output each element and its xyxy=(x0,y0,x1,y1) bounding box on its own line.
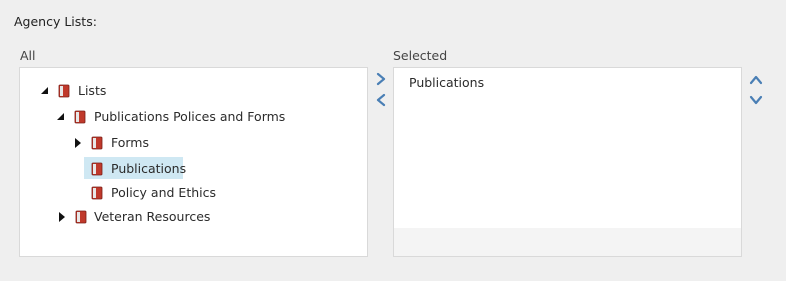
book-icon xyxy=(91,162,103,176)
tree-node-label: Forms xyxy=(111,135,150,150)
book-icon xyxy=(91,186,103,200)
agency-lists-label: Agency Lists: xyxy=(14,14,97,29)
book-icon xyxy=(75,210,87,224)
book-icon xyxy=(91,136,103,150)
all-column-label: All xyxy=(20,48,36,63)
selected-column-label: Selected xyxy=(393,48,448,63)
book-icon xyxy=(74,110,86,124)
chevron-down-icon xyxy=(749,95,763,105)
tree-node-label: Policy and Ethics xyxy=(111,185,216,200)
move-down-button[interactable] xyxy=(749,93,763,107)
tree-node-label: Lists xyxy=(78,83,107,98)
add-to-selected-button[interactable] xyxy=(374,72,388,86)
move-up-button[interactable] xyxy=(749,73,763,87)
collapsed-triangle-icon[interactable] xyxy=(73,133,83,153)
tree-node-label: Publications Polices and Forms xyxy=(94,109,286,124)
expanded-triangle-icon[interactable] xyxy=(56,107,66,127)
selected-list-panel: Publications xyxy=(393,67,742,257)
remove-from-selected-button[interactable] xyxy=(374,93,388,107)
collapsed-triangle-icon[interactable] xyxy=(57,207,67,227)
chevron-up-icon xyxy=(749,75,763,85)
expanded-triangle-icon[interactable] xyxy=(40,81,50,101)
selected-panel-footer xyxy=(394,228,741,256)
tree-node-label: Veteran Resources xyxy=(94,209,211,224)
selected-item-publications[interactable]: Publications xyxy=(409,75,484,90)
chevron-right-icon xyxy=(376,72,386,86)
book-icon xyxy=(58,84,70,98)
chevron-left-icon xyxy=(376,93,386,107)
tree-node-label: Publications xyxy=(111,161,187,176)
all-tree-panel: Lists Publications Polices and Forms For… xyxy=(19,67,368,257)
